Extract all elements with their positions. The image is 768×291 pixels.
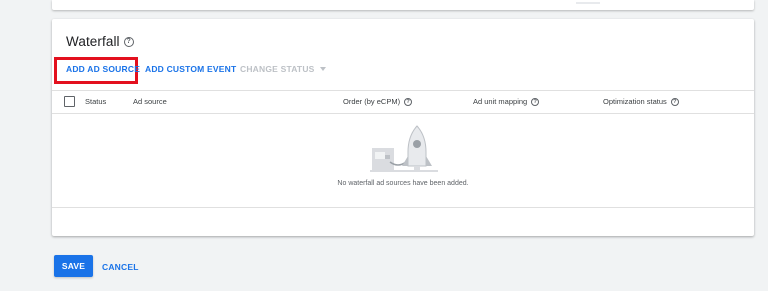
select-all-checkbox[interactable]: [64, 96, 75, 107]
divider: [52, 207, 754, 208]
rocket-fuel-illustration-icon: [370, 125, 438, 172]
column-order[interactable]: Order (by eCPM)?: [343, 97, 413, 106]
column-order-label: Order (by eCPM): [343, 97, 401, 106]
empty-state-message: No waterfall ad sources have been added.: [337, 180, 469, 187]
help-icon[interactable]: ?: [123, 36, 134, 47]
column-status-label: Status: [85, 97, 107, 106]
column-status[interactable]: Status: [85, 97, 106, 106]
column-ad-unit-mapping[interactable]: Ad unit mapping?: [473, 97, 540, 106]
divider: [576, 2, 600, 4]
column-optimization-status[interactable]: Optimization status?: [603, 97, 679, 106]
help-icon[interactable]: ?: [670, 97, 679, 106]
waterfall-actions: ADD AD SOURCE ADD CUSTOM EVENT CHANGE ST…: [52, 55, 754, 85]
add-ad-source-button[interactable]: ADD AD SOURCE: [66, 64, 140, 74]
cancel-button[interactable]: CANCEL: [102, 262, 139, 272]
change-status-dropdown[interactable]: CHANGE STATUS: [240, 64, 326, 74]
column-ad-source-label: Ad source: [133, 97, 167, 106]
waterfall-card: Waterfall ? ADD AD SOURCE ADD CUSTOM EVE…: [52, 19, 754, 236]
previous-card: [52, 0, 754, 10]
waterfall-title: Waterfall: [66, 34, 120, 49]
column-ad-source[interactable]: Ad source: [133, 97, 167, 106]
table-header: Status Ad source Order (by eCPM)? Ad uni…: [52, 90, 754, 114]
chevron-down-icon: [319, 67, 326, 71]
column-optimization-status-label: Optimization status: [603, 97, 667, 106]
column-ad-unit-mapping-label: Ad unit mapping: [473, 97, 528, 106]
help-icon[interactable]: ?: [404, 97, 413, 106]
help-icon[interactable]: ?: [531, 97, 540, 106]
change-status-label: CHANGE STATUS: [240, 64, 315, 74]
save-button[interactable]: SAVE: [54, 255, 93, 277]
card-title: Waterfall ?: [66, 34, 134, 49]
add-custom-event-button[interactable]: ADD CUSTOM EVENT: [145, 64, 236, 74]
